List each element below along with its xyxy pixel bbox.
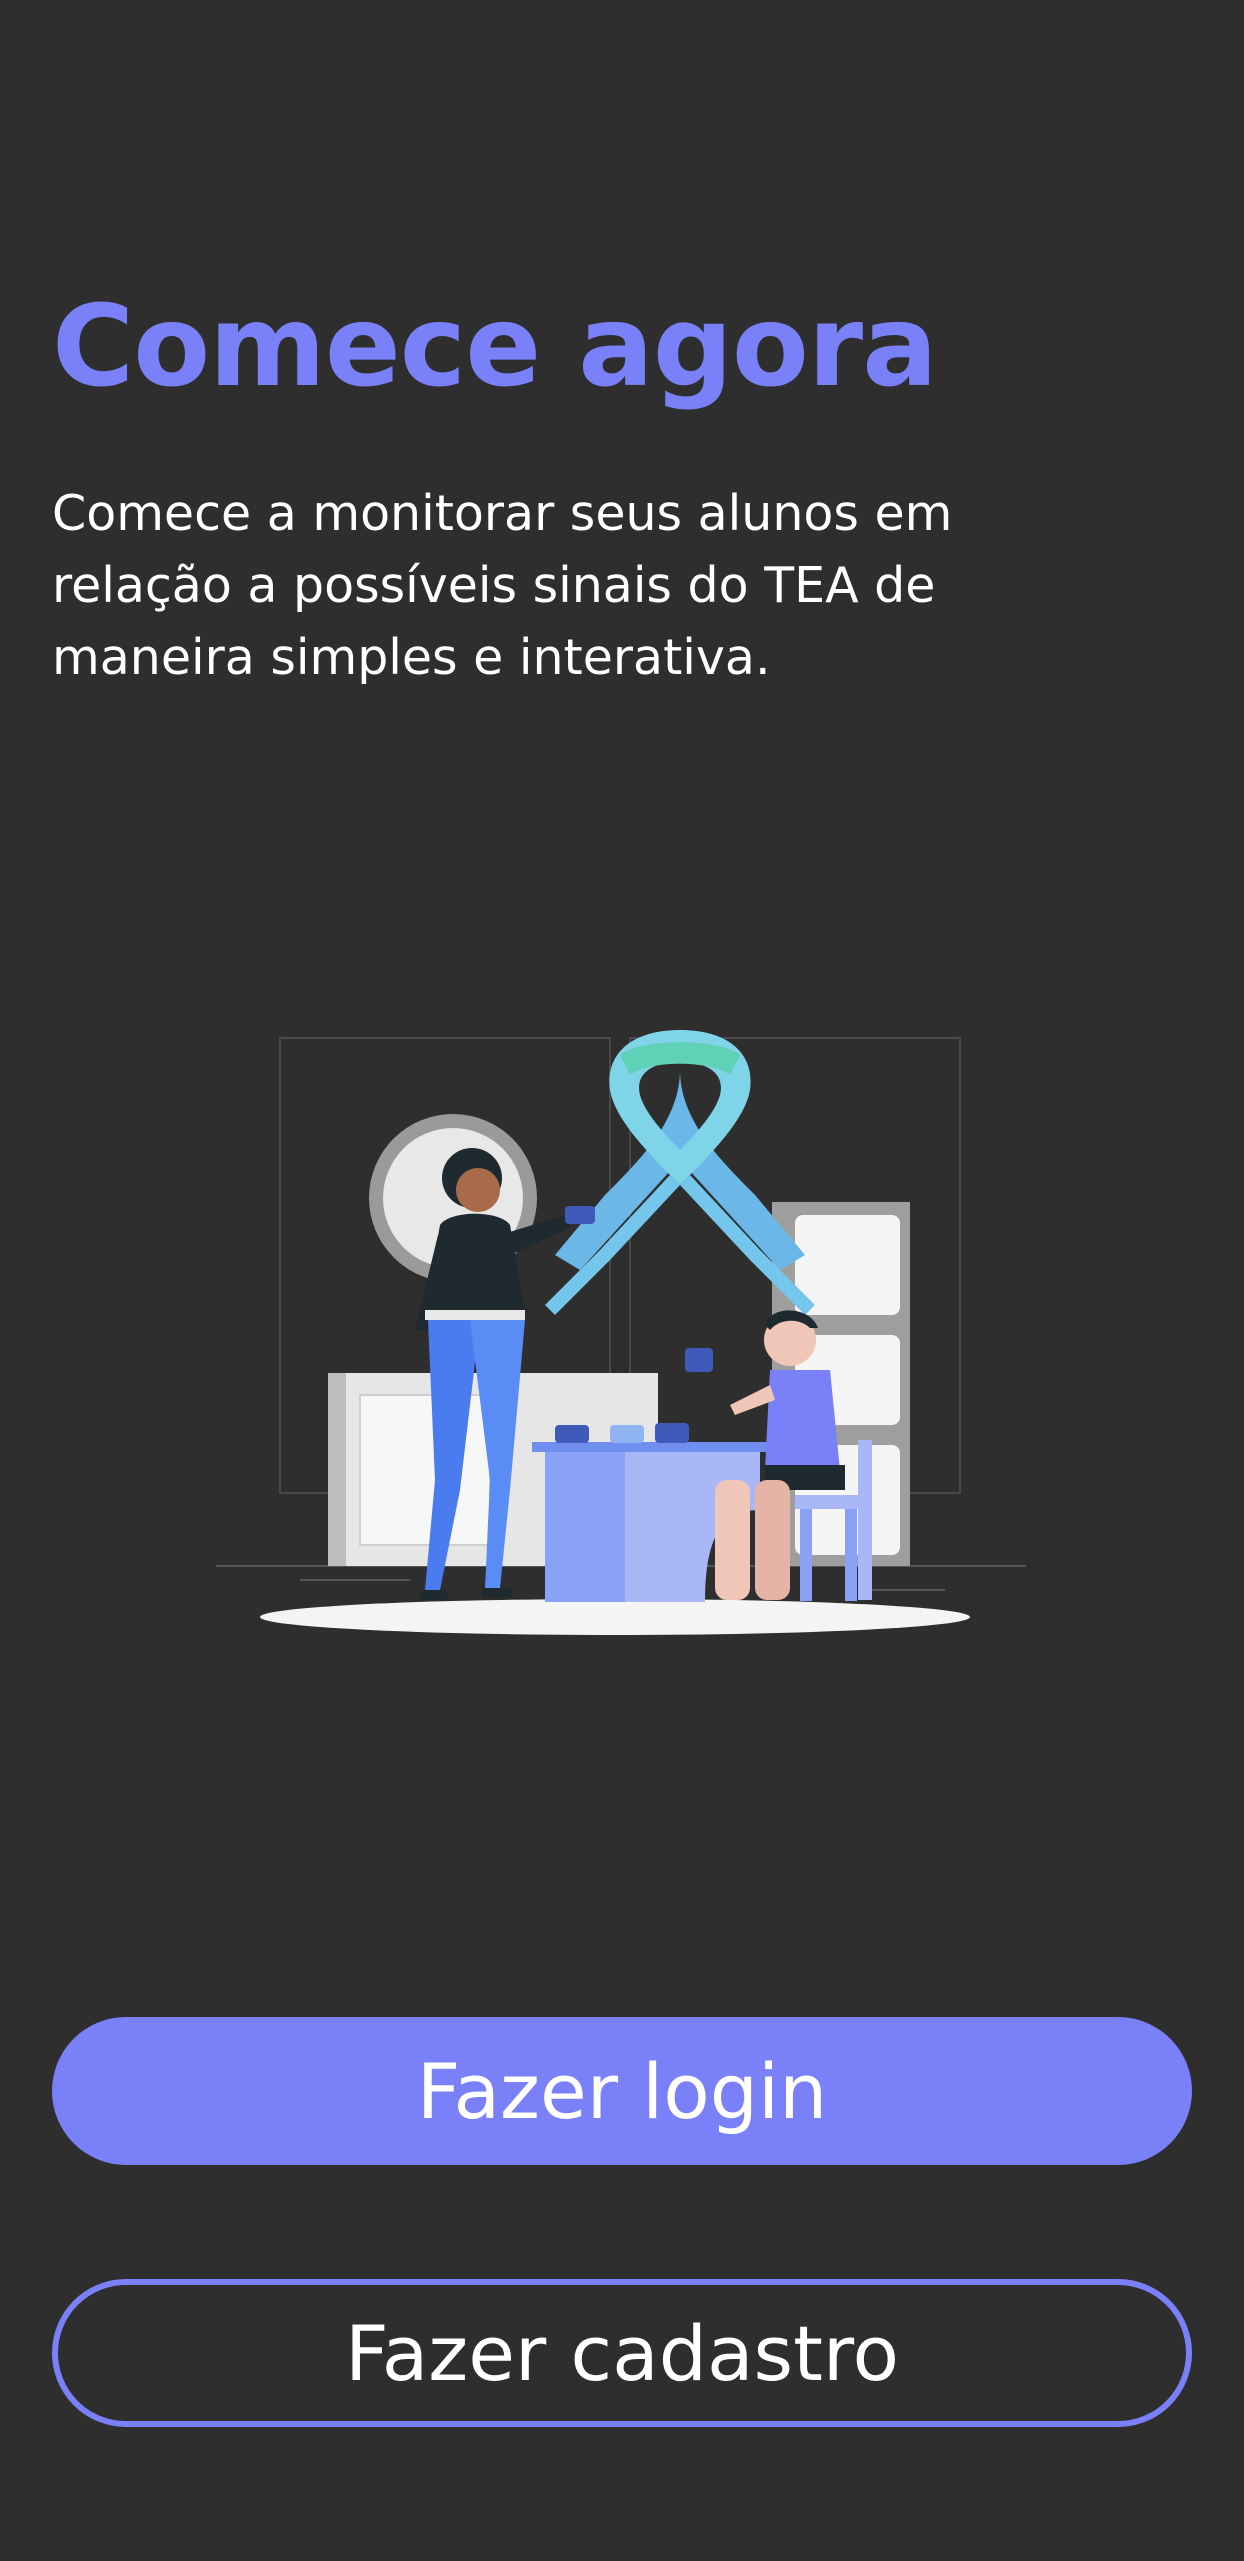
table-top (532, 1442, 767, 1452)
floor-shadow (260, 1599, 970, 1635)
puzzle-piece-icon (555, 1425, 589, 1443)
signup-button[interactable]: Fazer cadastro (52, 2279, 1192, 2427)
autism-awareness-illustration (210, 1010, 1040, 1650)
awareness-ribbon-icon (545, 1030, 815, 1315)
page-title: Comece agora (52, 282, 938, 412)
login-button[interactable]: Fazer login (52, 2017, 1192, 2165)
page-subtitle: Comece a monitorar seus alunos em relaçã… (52, 485, 953, 686)
autism-ribbon-illustration-icon (216, 1030, 1026, 1635)
